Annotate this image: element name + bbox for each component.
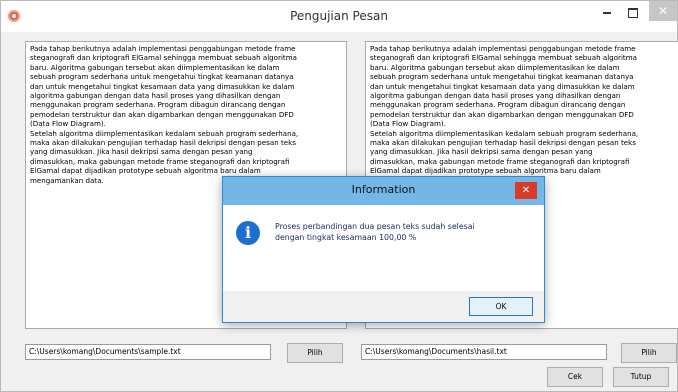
ok-button[interactable]: OK xyxy=(469,297,533,316)
minimize-icon xyxy=(603,11,611,14)
close-icon: ✕ xyxy=(657,4,669,18)
close-button[interactable]: ✕ xyxy=(649,1,677,21)
info-icon: i xyxy=(236,221,260,245)
dialog-message: Proses perbandingan dua pesan teks sudah… xyxy=(275,222,475,242)
pilih-original-button[interactable]: Pilih xyxy=(287,343,343,363)
maximize-button[interactable] xyxy=(621,1,645,23)
dialog-title: Information xyxy=(351,183,416,196)
result-file-path-input[interactable]: C:\Users\komang\Documents\hasil.txt xyxy=(361,344,607,360)
dialog-close-button[interactable]: ✕ xyxy=(515,182,537,199)
window-title: Pengujian Pesan xyxy=(290,9,388,23)
main-window: Pengujian Pesan ✕ Pada tahap berikutnya … xyxy=(0,0,678,392)
maximize-icon xyxy=(628,7,638,18)
minimize-button[interactable] xyxy=(595,1,619,23)
close-icon: ✕ xyxy=(521,185,531,196)
pilih-result-button[interactable]: Pilih xyxy=(621,343,677,363)
dialog-footer: OK xyxy=(223,291,544,322)
dialog-title-bar[interactable]: Information ✕ xyxy=(223,177,544,205)
cek-button[interactable]: Cek xyxy=(547,367,603,387)
dialog-body: i Proses perbandingan dua pesan teks sud… xyxy=(223,205,544,291)
information-dialog: Information ✕ i Proses perbandingan dua … xyxy=(222,176,545,323)
tutup-button[interactable]: Tutup xyxy=(613,367,669,387)
original-file-path-input[interactable]: C:\Users\komang\Documents\sample.txt xyxy=(25,344,271,360)
title-bar[interactable]: Pengujian Pesan ✕ xyxy=(1,1,677,32)
